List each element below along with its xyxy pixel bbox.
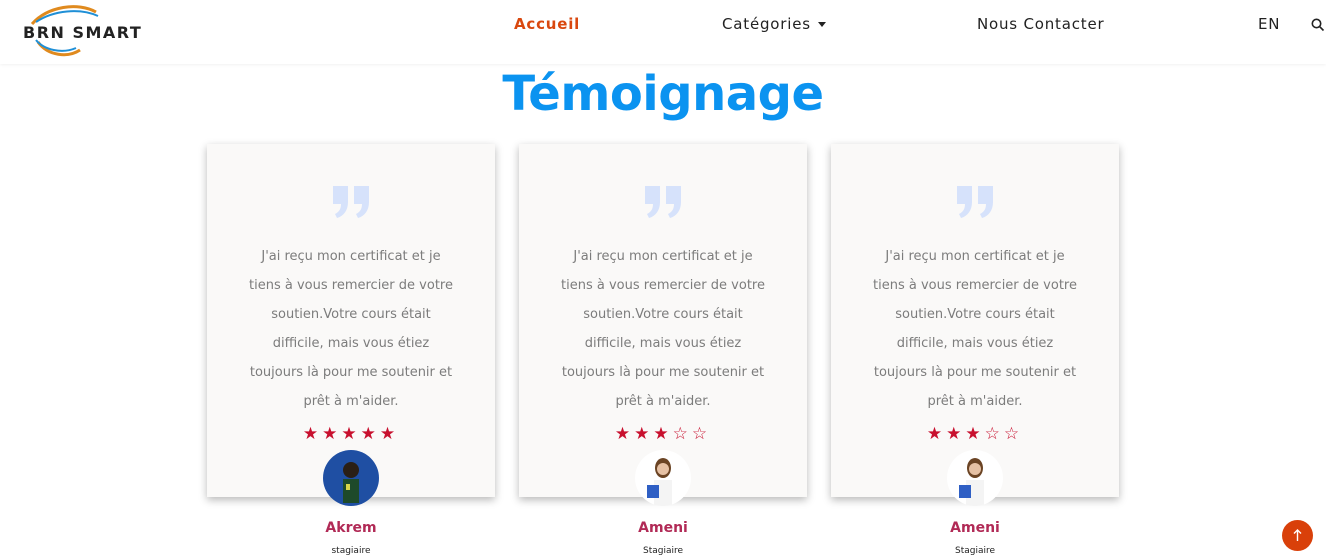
- testimonial-name: Akrem: [325, 520, 377, 536]
- star-filled-icon: ★: [614, 424, 635, 444]
- nav-home-link[interactable]: Accueil: [514, 15, 580, 33]
- avatar: [635, 450, 691, 506]
- testimonial-text: J'ai reçu mon certificat et je tiens à v…: [873, 249, 1077, 409]
- star-filled-icon: ★: [341, 424, 361, 444]
- brn-smart-logo[interactable]: BRN SMART: [18, 2, 158, 60]
- arrow-up-icon: [1293, 529, 1302, 541]
- quote-icon: [519, 184, 807, 224]
- testimonial-text: J'ai reçu mon certificat et je tiens à v…: [561, 249, 765, 409]
- rating-stars: ★★★☆☆: [519, 424, 807, 444]
- rating-stars: ★★★☆☆: [831, 424, 1119, 444]
- search-icon[interactable]: [1311, 18, 1325, 32]
- star-filled-icon: ★: [946, 424, 966, 444]
- star-filled-icon: ★: [653, 424, 673, 444]
- star-filled-icon: ★: [360, 424, 380, 444]
- testimonial-role: stagiaire: [331, 546, 371, 556]
- rating-stars: ★★★★★: [207, 424, 495, 444]
- language-switch[interactable]: EN: [1258, 15, 1280, 33]
- logo-text: BRN SMART: [23, 23, 143, 42]
- testimonial-role: Stagiaire: [954, 546, 996, 556]
- star-empty-icon: ☆: [984, 424, 1004, 444]
- nav-contact-link[interactable]: Nous Contacter: [977, 15, 1104, 33]
- star-filled-icon: ★: [965, 424, 985, 444]
- star-filled-icon: ★: [302, 424, 323, 444]
- nav-categories-dropdown[interactable]: Catégories: [722, 15, 826, 33]
- testimonial-name: Ameni: [638, 520, 688, 536]
- star-filled-icon: ★: [379, 424, 400, 444]
- testimonial-card: J'ai reçu mon certificat et je tiens à v…: [519, 144, 807, 506]
- testimonial-card: J'ai reçu mon certificat et je tiens à v…: [207, 144, 495, 506]
- avatar: [947, 450, 1003, 506]
- testimonial-role: Stagiaire: [642, 546, 684, 556]
- star-filled-icon: ★: [322, 424, 342, 444]
- star-filled-icon: ★: [926, 424, 947, 444]
- testimonial-text: J'ai reçu mon certificat et je tiens à v…: [249, 249, 453, 409]
- quote-icon: [831, 184, 1119, 224]
- nav-categories-label: Catégories: [722, 15, 811, 33]
- star-empty-icon: ☆: [672, 424, 692, 444]
- quote-icon: [207, 184, 495, 224]
- avatar: [323, 450, 379, 506]
- section-title: Témoignage: [502, 66, 824, 122]
- scroll-to-top-button[interactable]: [1282, 520, 1313, 551]
- site-header: BRN SMART Accueil Catégories Nous Contac…: [0, 0, 1326, 64]
- star-empty-icon: ☆: [1003, 424, 1024, 444]
- star-filled-icon: ★: [634, 424, 654, 444]
- star-empty-icon: ☆: [691, 424, 712, 444]
- testimonial-card: J'ai reçu mon certificat et je tiens à v…: [831, 144, 1119, 506]
- caret-down-icon: [817, 22, 826, 27]
- testimonial-name: Ameni: [950, 520, 1000, 536]
